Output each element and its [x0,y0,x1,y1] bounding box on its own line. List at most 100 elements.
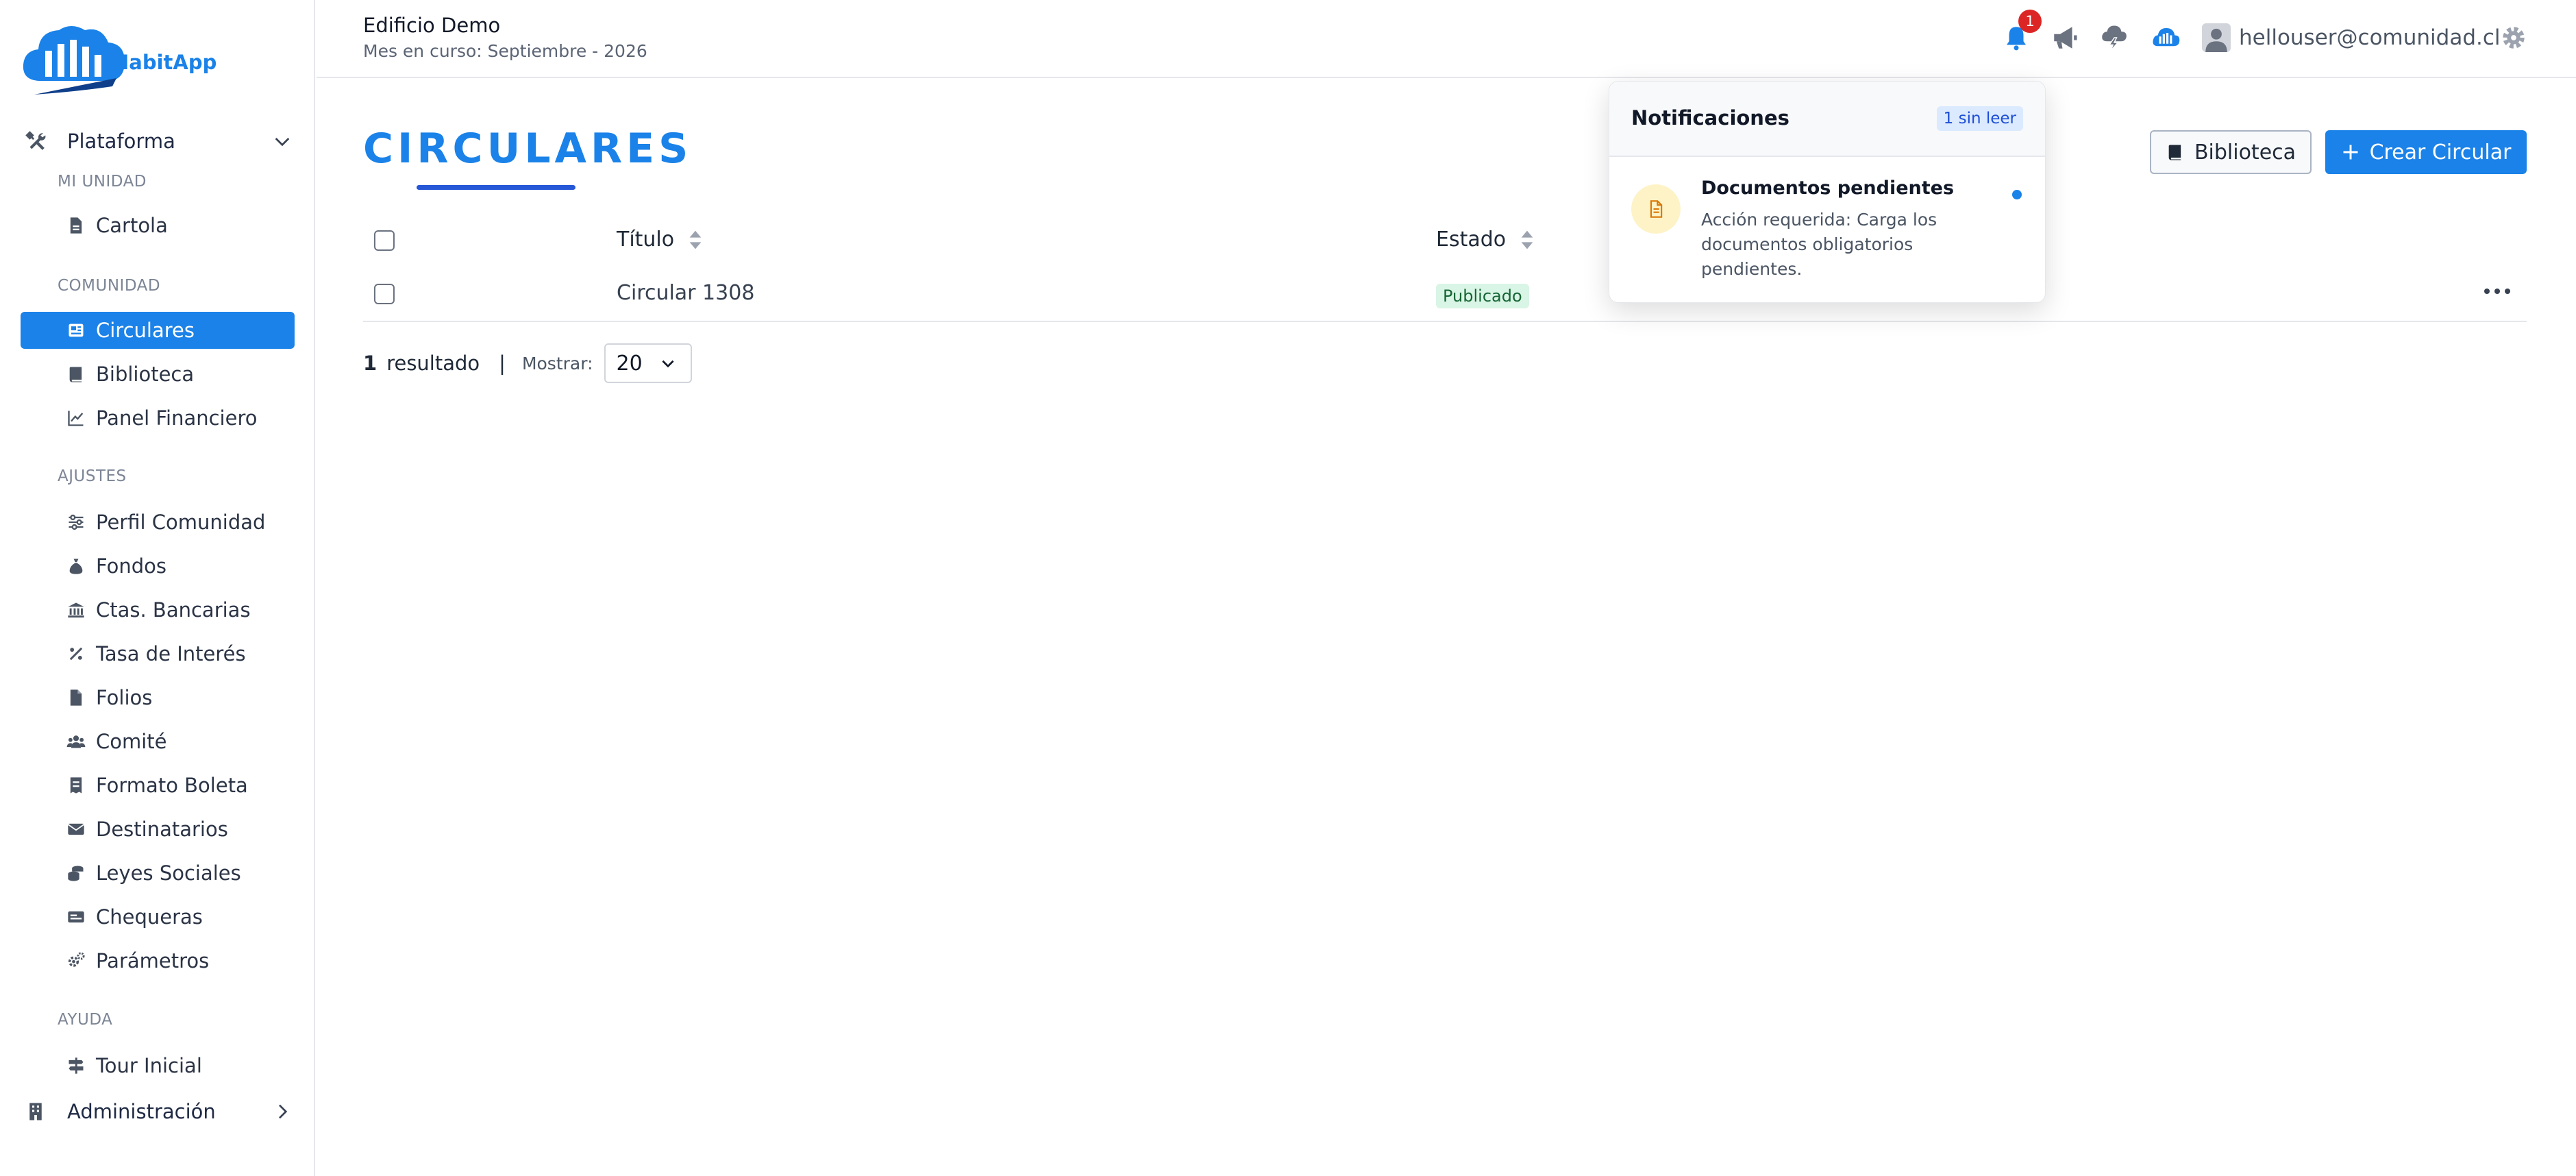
biblioteca-button-label: Biblioteca [2194,140,2296,164]
sidebar-item-label: Destinatarios [96,818,228,841]
newspaper-icon [64,319,88,342]
sidebar-item-label: Folios [96,686,153,709]
notification-title: Documentos pendientes [1701,177,1955,199]
chart-line-icon [64,406,88,430]
gear-icon[interactable] [2498,22,2529,53]
sidebar-item-label: Formato Boleta [96,774,248,797]
current-month: Mes en curso: Septiembre - 2026 [363,41,647,61]
coins-icon [64,861,88,885]
sidebar-item-perfil-comunidad[interactable]: Perfil Comunidad [21,504,295,541]
page-title: CIRCULARES [363,125,693,173]
biblioteca-button[interactable]: Biblioteca [2150,130,2312,174]
chevron-right-icon [279,1104,288,1119]
cogs-icon [64,949,88,972]
sliders-icon [64,511,88,534]
notification-count-badge: 1 [2018,10,2042,33]
money-bag-icon [64,554,88,578]
sidebar-item-parametros[interactable]: Parámetros [21,942,295,979]
column-header-label: Título [617,228,675,252]
sidebar-item-label: Tasa de Interés [96,642,246,665]
sidebar-item-label: Comité [96,730,167,753]
select-all-checkbox[interactable] [374,230,395,251]
sort-icon [1521,230,1533,249]
crear-circular-button[interactable]: Crear Circular [2325,130,2527,174]
row-checkbox[interactable] [374,284,395,304]
user-email: hellouser@comunidad.cl [2239,25,2501,50]
column-header-titulo[interactable]: Título [617,228,703,252]
show-label: Mostrar: [521,353,593,373]
nav-group-label: Administración [67,1100,216,1123]
page-size-select[interactable]: 20 [604,343,692,383]
sidebar-item-comite[interactable]: Comité [21,723,295,760]
title-underline [417,185,575,190]
sidebar-item-label: Panel Financiero [96,406,258,430]
habitapp-logo[interactable]: HabitApp [21,21,226,99]
notifications-title: Notificaciones [1631,106,1789,130]
row-title-cell[interactable]: Circular 1308 [617,281,754,305]
sidebar-item-chequeras[interactable]: Chequeras [21,898,295,935]
chevron-down-icon [661,360,674,368]
notifications-dropdown: Notificaciones 1 sin leer Documentos pen… [1609,81,2046,303]
sort-icon [689,230,702,249]
sidebar-item-label: Fondos [96,554,167,578]
sidebar-item-label: Biblioteca [96,363,195,386]
user-avatar-icon [2202,23,2231,52]
logo-text: HabitApp [112,51,216,74]
crear-circular-button-label: Crear Circular [2369,140,2512,164]
megaphone-icon[interactable] [2049,22,2081,53]
column-header-estado[interactable]: Estado [1436,228,1535,252]
status-badge: Publicado [1436,284,1529,308]
habitapp-logo-icon: HabitApp [23,26,216,95]
nav-group-label: Plataforma [67,130,175,153]
sidebar: HabitApp Plataforma MI UNIDAD Cartola CO… [0,0,315,1176]
sidebar-item-label: Circulares [96,319,195,342]
tools-icon [22,127,49,155]
results-label: resultado [386,352,480,375]
plus-icon [2343,145,2358,160]
habitapp-cloud-icon[interactable] [2151,22,2182,53]
sidebar-item-label: Perfil Comunidad [96,511,266,534]
nav-group-administracion[interactable]: Administración [21,1092,301,1131]
notification-text: Acción requerida: Carga los documentos o… [1701,210,1937,279]
bank-icon [64,598,88,622]
book-icon [64,363,88,386]
unread-dot [2012,190,2022,199]
sidebar-item-label: Parámetros [96,949,210,972]
separator: | [499,352,506,375]
book-icon [2168,145,2181,160]
sidebar-item-leyes-sociales[interactable]: Leyes Sociales [21,855,295,892]
column-header-label: Estado [1436,228,1507,252]
row-divider [363,321,2527,322]
section-mi-unidad: MI UNIDAD [58,173,147,191]
notifications-header: Notificaciones 1 sin leer [1609,82,2045,157]
sidebar-item-label: Cartola [96,214,168,237]
more-options-icon[interactable] [2480,281,2514,302]
money-check-icon [64,905,88,929]
sidebar-item-tour-inicial[interactable]: Tour Inicial [21,1047,295,1084]
section-ayuda: AYUDA [58,1011,113,1029]
sidebar-item-tasa-interes[interactable]: Tasa de Interés [21,635,295,672]
cloud-bolt-icon[interactable] [2098,22,2130,53]
sidebar-item-fondos[interactable]: Fondos [21,548,295,585]
receipt-icon [64,774,88,797]
users-icon [64,730,88,753]
sidebar-item-ctas-bancarias[interactable]: Ctas. Bancarias [21,591,295,628]
user-menu[interactable]: hellouser@comunidad.cl [2202,23,2501,52]
sidebar-item-label: Chequeras [96,905,203,929]
section-comunidad: COMUNIDAD [58,277,161,295]
sidebar-item-cartola[interactable]: Cartola [21,207,295,244]
sidebar-item-panel-financiero[interactable]: Panel Financiero [21,400,295,437]
sidebar-item-circulares[interactable]: Circulares [21,312,295,349]
sidebar-item-destinatarios[interactable]: Destinatarios [21,811,295,848]
sidebar-item-formato-boleta[interactable]: Formato Boleta [21,767,295,804]
signs-post-icon [64,1054,88,1077]
percent-icon [64,642,88,665]
building-icon [22,1098,49,1125]
sidebar-item-folios[interactable]: Folios [21,679,295,716]
file-icon [64,686,88,709]
sidebar-item-biblioteca[interactable]: Biblioteca [21,356,295,393]
nav-group-plataforma[interactable]: Plataforma [21,122,301,160]
document-icon [1631,184,1681,234]
sidebar-item-label: Ctas. Bancarias [96,598,251,622]
results-count: 1 [363,352,377,375]
